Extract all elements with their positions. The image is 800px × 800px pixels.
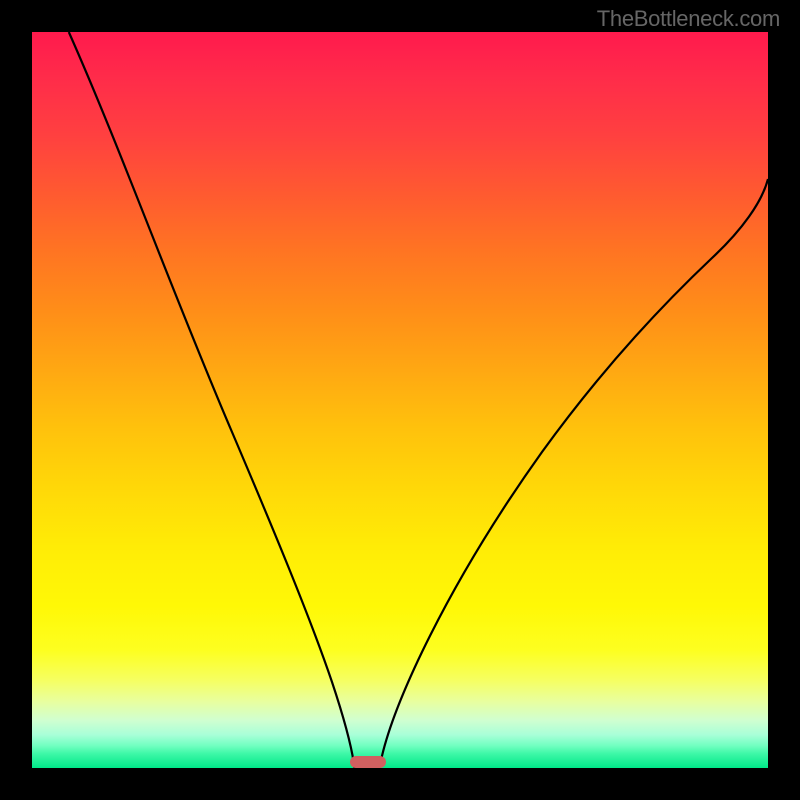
- right-curve-path: [380, 179, 769, 768]
- plot-area: [32, 32, 768, 768]
- bottleneck-marker: [350, 756, 386, 768]
- left-curve-path: [69, 32, 355, 768]
- chart-frame: TheBottleneck.com: [0, 0, 800, 800]
- watermark-text: TheBottleneck.com: [597, 6, 780, 32]
- curve-layer: [32, 32, 768, 768]
